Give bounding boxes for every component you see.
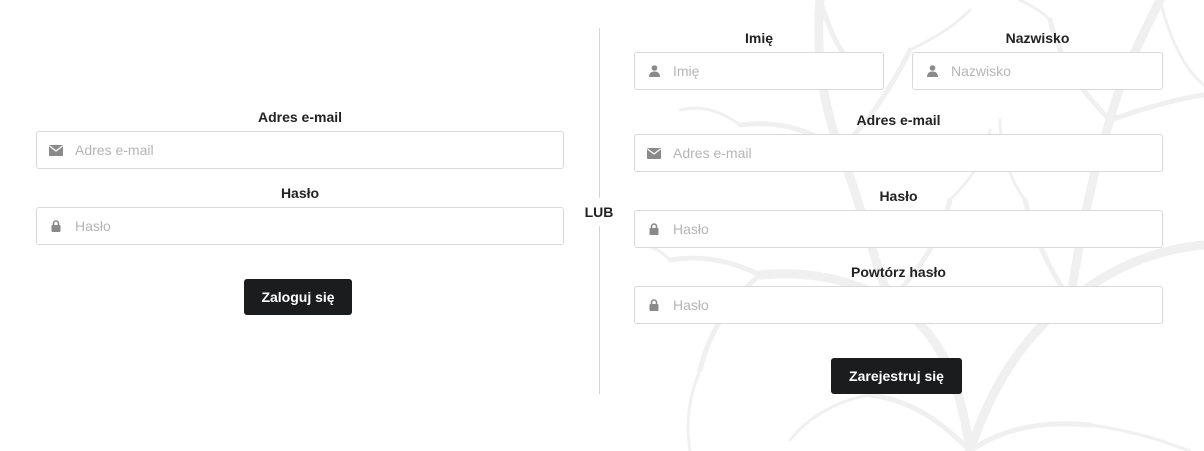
register-last-name-field[interactable]	[912, 52, 1163, 90]
register-repeat-password-label: Powtórz hasło	[851, 264, 946, 280]
user-icon	[925, 64, 939, 78]
divider-or-label: LUB	[578, 203, 620, 221]
lock-icon	[49, 219, 63, 233]
register-email-input[interactable]	[673, 135, 1162, 171]
lock-icon	[647, 222, 661, 236]
login-password-field[interactable]	[36, 207, 564, 245]
divider-line-bottom	[599, 226, 600, 394]
login-button[interactable]: Zaloguj się	[244, 279, 352, 315]
login-email-input[interactable]	[75, 132, 563, 168]
auth-page: Adres e-mail Hasło Zaloguj się LUB Imię …	[0, 0, 1204, 451]
register-button[interactable]: Zarejestruj się	[831, 358, 962, 394]
register-repeat-password-input[interactable]	[673, 287, 1162, 323]
envelope-icon	[49, 143, 63, 157]
register-first-name-input[interactable]	[673, 53, 883, 89]
login-password-label: Hasło	[280, 185, 320, 201]
divider-line-top	[599, 28, 600, 198]
register-email-label: Adres e-mail	[856, 112, 941, 128]
register-last-name-input[interactable]	[951, 53, 1162, 89]
register-last-name-label: Nazwisko	[1005, 30, 1070, 46]
register-first-name-field[interactable]	[634, 52, 884, 90]
register-email-field[interactable]	[634, 134, 1163, 172]
login-password-input[interactable]	[75, 208, 563, 244]
register-password-input[interactable]	[673, 211, 1162, 247]
register-first-name-label: Imię	[744, 30, 773, 46]
register-repeat-password-field[interactable]	[634, 286, 1163, 324]
register-password-field[interactable]	[634, 210, 1163, 248]
register-password-label: Hasło	[879, 188, 918, 204]
login-email-label: Adres e-mail	[257, 109, 343, 125]
envelope-icon	[647, 146, 661, 160]
user-icon	[647, 64, 661, 78]
lock-icon	[647, 298, 661, 312]
login-email-field[interactable]	[36, 131, 564, 169]
